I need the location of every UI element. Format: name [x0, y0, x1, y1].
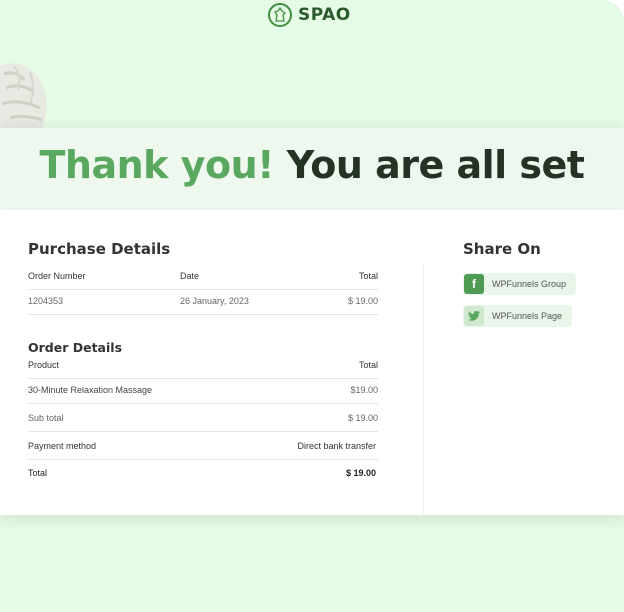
- subtotal-label: Sub total: [28, 413, 64, 423]
- date-value: 26 January, 2023: [180, 296, 249, 306]
- purchase-row: 1204353 26 January, 2023 $ 19.00: [28, 288, 378, 315]
- order-header-row: Product Total: [28, 352, 378, 379]
- share-on-title: Share On: [463, 240, 541, 258]
- all-set-text: You are all set: [286, 143, 585, 187]
- twitter-icon: [464, 306, 484, 326]
- product-price: $19.00: [350, 385, 378, 395]
- share-facebook-button[interactable]: f WPFunnels Group: [463, 273, 577, 295]
- horse-logo-icon: [268, 3, 292, 27]
- subtotal-value: $ 19.00: [347, 413, 378, 423]
- grand-total-label: Total: [28, 468, 48, 478]
- order-number-header: Order Number: [28, 271, 86, 281]
- twitter-label: WPFunnels Page: [492, 311, 563, 321]
- grand-total-value: $ 19.00: [345, 468, 376, 478]
- date-header: Date: [180, 271, 200, 281]
- facebook-icon: f: [464, 274, 484, 294]
- payment-value: Direct bank transfer: [297, 441, 376, 451]
- grand-total-row: Total $ 19.00: [28, 460, 378, 486]
- order-card: Purchase Details Order Number Date Total…: [0, 210, 624, 515]
- brand-logo[interactable]: SPAO: [268, 2, 351, 28]
- thank-you-text: Thank you!: [39, 143, 275, 187]
- total-value: $ 19.00: [347, 296, 378, 306]
- payment-row: Payment method Direct bank transfer: [28, 432, 378, 460]
- purchase-header-row: Order Number Date Total: [28, 263, 378, 290]
- brand-name: SPAO: [298, 5, 351, 25]
- subtotal-row: Sub total $ 19.00: [28, 404, 378, 432]
- order-number-value: 1204353: [28, 296, 64, 306]
- order-total-header: Total: [358, 360, 378, 370]
- order-item-row: 30-Minute Relaxation Massage $19.00: [28, 376, 378, 404]
- payment-label: Payment method: [28, 441, 97, 451]
- purchase-details-title: Purchase Details: [28, 240, 171, 258]
- product-name: 30-Minute Relaxation Massage: [28, 385, 153, 395]
- facebook-label: WPFunnels Group: [492, 279, 567, 289]
- product-header: Product: [28, 360, 60, 370]
- thank-you-heading: Thank you! You are all set: [0, 143, 624, 187]
- towel-image: [0, 60, 48, 128]
- total-header: Total: [358, 271, 378, 281]
- column-divider: [423, 264, 424, 514]
- share-twitter-button[interactable]: WPFunnels Page: [463, 305, 573, 327]
